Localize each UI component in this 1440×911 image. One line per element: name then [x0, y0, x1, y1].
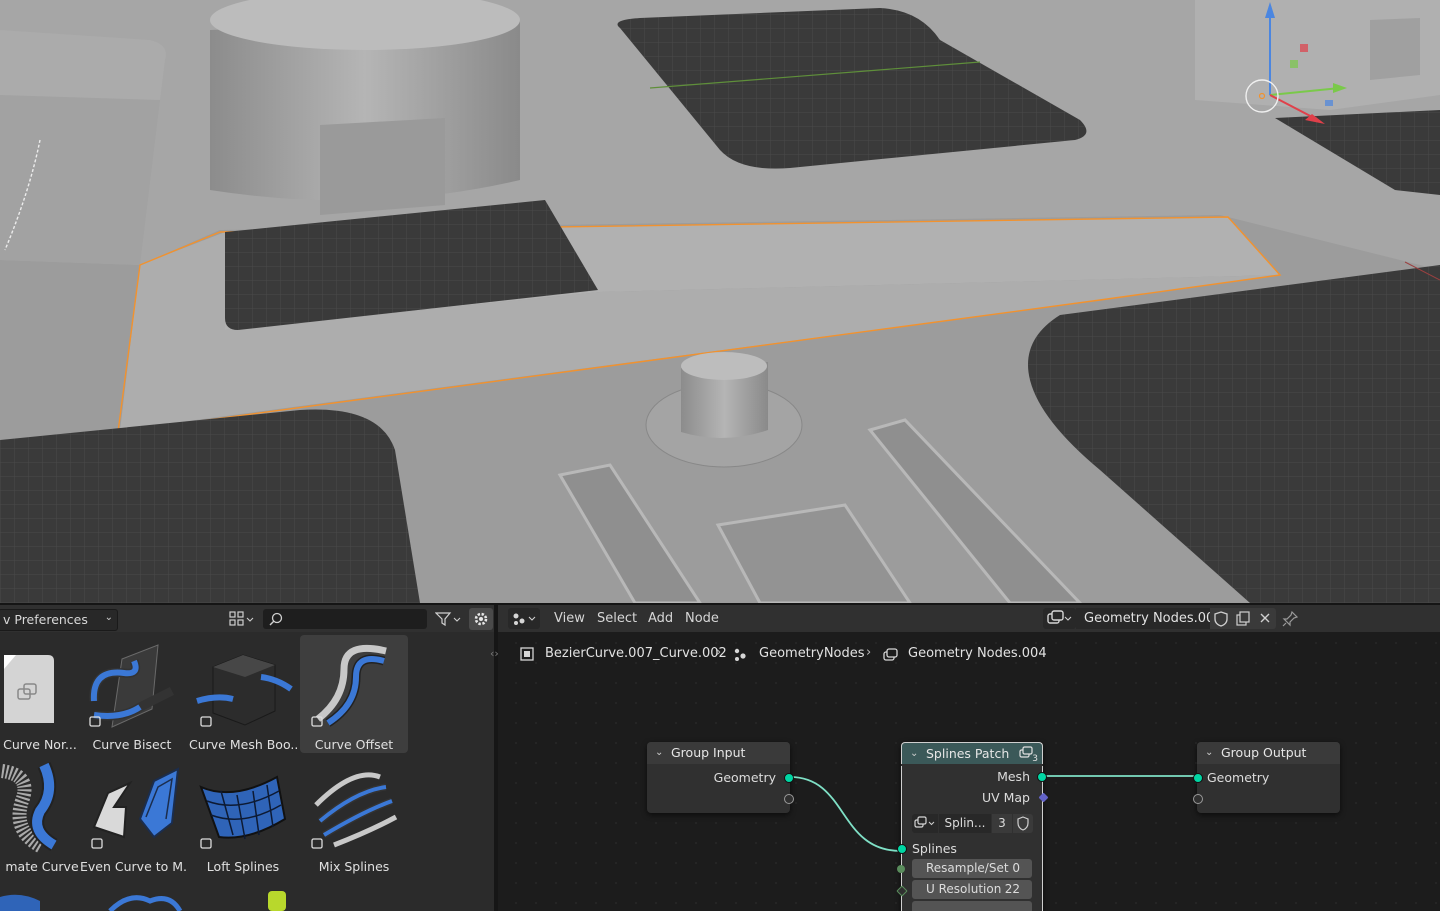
viewport-scene[interactable] [0, 0, 1440, 603]
next-field[interactable] [912, 901, 1032, 911]
blender-window: v Preferences ⌄ Curve Nor... Curve Bisec… [0, 0, 1440, 911]
node-splines-patch[interactable]: ⌄ Splines Patch 3 Mesh UV Map Splin... 3… [896, 742, 1049, 911]
asset-search-input[interactable] [263, 609, 427, 629]
asset-thumbnail [311, 644, 387, 727]
node-group-output[interactable]: ⌄ Group Output Geometry [1193, 742, 1340, 813]
node-editor[interactable]: View Select Add Node Geometry Nodes.004 [498, 605, 1440, 911]
asset-label: Curve Mesh Boo... [189, 737, 297, 752]
search-icon [269, 611, 283, 630]
node-tree-browse-icon[interactable] [912, 814, 938, 833]
field-row-u-resolution: U Resolution 22 [896, 880, 1042, 901]
node-header[interactable]: ⌄ Splines Patch 3 [901, 742, 1043, 764]
empty-socket[interactable] [1193, 794, 1203, 804]
field-value: 22 [1004, 882, 1020, 896]
asset-item-curve-mesh-boolean[interactable]: Curve Mesh Boo... [189, 635, 297, 753]
resample-set-field[interactable]: Resample/Set 0 [912, 859, 1032, 878]
asset-label: Mix Splines [318, 859, 390, 874]
integer-socket[interactable] [897, 865, 905, 873]
asset-item-mix-splines[interactable]: Mix Splines [300, 757, 408, 875]
socket-row-mesh: Mesh [902, 766, 1047, 787]
node-title: Splines Patch [926, 746, 1010, 761]
socket-row-empty [647, 788, 794, 809]
socket-row-splines: Splines [897, 838, 1042, 859]
library-dropdown[interactable]: v Preferences ⌄ [0, 609, 118, 631]
subgroup-user-count[interactable]: 3 [992, 814, 1012, 833]
field-row-resample: Resample/Set 0 [897, 859, 1042, 880]
chevron-down-icon: ⌄ [104, 612, 113, 623]
u-resolution-field[interactable]: U Resolution 22 [912, 880, 1032, 899]
library-dropdown-label: v Preferences [3, 612, 88, 627]
asset-row-partial [0, 891, 286, 911]
field-row-cut [902, 901, 1042, 911]
node-title: Group Input [671, 745, 746, 760]
chevron-down-icon[interactable]: ⌄ [655, 742, 663, 764]
subgroup-selector[interactable]: Splin... 3 [902, 812, 1042, 836]
asset-thumbnail [4, 655, 54, 723]
socket-row-empty [1193, 788, 1340, 809]
asset-thumbnail [199, 775, 287, 849]
asset-item-curve-offset[interactable]: Curve Offset [300, 635, 408, 753]
asset-item-even-curve-to-mesh[interactable]: Even Curve to M... [80, 757, 188, 875]
node-header[interactable]: ⌄ Group Input [647, 742, 790, 764]
socket-label: Geometry [1207, 770, 1270, 785]
asset-thumbnail [0, 762, 58, 854]
link-geometry-to-splines [789, 776, 902, 852]
socket-row-geometry: Geometry [647, 767, 794, 788]
socket-label: Mesh [997, 769, 1030, 784]
socket-row-uv-map: UV Map [902, 787, 1049, 808]
geometry-socket[interactable] [1037, 772, 1047, 782]
chevron-down-icon[interactable]: ⌄ [910, 743, 918, 765]
asset-item-loft-splines[interactable]: Loft Splines [189, 757, 297, 875]
asset-label: Curve Offset [314, 737, 394, 752]
geometry-socket[interactable] [897, 844, 907, 854]
asset-label: Even Curve to M... [80, 859, 188, 874]
node-title: Group Output [1221, 745, 1307, 760]
asset-label: Loft Splines [206, 859, 280, 874]
filter-icon[interactable] [434, 611, 463, 627]
settings-gear-icon[interactable] [469, 608, 493, 630]
field-label: U Resolution [926, 882, 1002, 896]
subgroup-name[interactable]: Splin... [939, 814, 991, 833]
asset-thumbnail [89, 644, 175, 728]
socket-label: Geometry [713, 770, 776, 785]
asset-browser: v Preferences ⌄ Curve Nor... Curve Bisec… [0, 605, 494, 911]
field-value: 0 [1012, 861, 1020, 875]
asset-item-curve-bisect[interactable]: Curve Bisect [78, 635, 186, 753]
empty-socket[interactable] [784, 794, 794, 804]
asset-grid: Curve Nor... Curve Bisect Curve Mesh Boo… [0, 632, 494, 911]
socket-label: Splines [912, 841, 957, 856]
display-mode-icon[interactable] [229, 611, 255, 627]
socket-label: UV Map [981, 790, 1030, 805]
chevron-down-icon[interactable]: ⌄ [1205, 742, 1213, 764]
3d-viewport[interactable] [0, 0, 1440, 603]
fake-user-shield-icon[interactable] [1013, 814, 1033, 833]
socket-row-geometry: Geometry [1193, 767, 1340, 788]
asset-thumbnail [196, 654, 293, 727]
field-label: Resample/Set [926, 861, 1009, 875]
asset-thumbnail [311, 772, 398, 849]
asset-thumbnail [91, 767, 180, 849]
geometry-socket[interactable] [784, 773, 794, 783]
asset-label: Curve Bisect [92, 737, 172, 752]
asset-browser-header: v Preferences ⌄ [0, 605, 494, 632]
node-header[interactable]: ⌄ Group Output [1197, 742, 1340, 764]
node-group-input[interactable]: ⌄ Group Input Geometry [647, 742, 794, 813]
geometry-socket[interactable] [1193, 773, 1203, 783]
